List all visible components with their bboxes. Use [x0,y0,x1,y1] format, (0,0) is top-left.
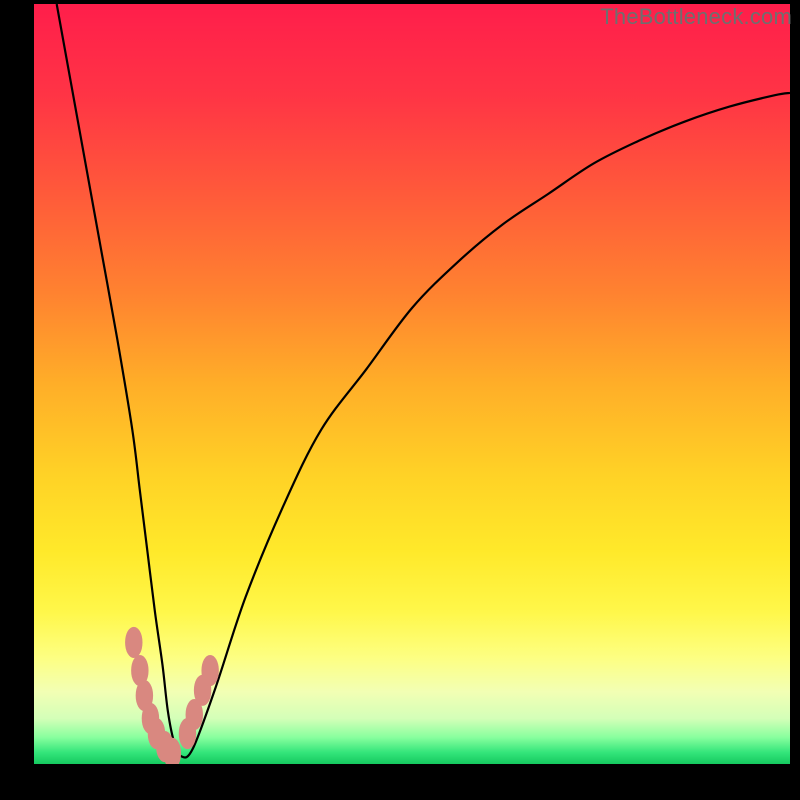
bottleneck-marker [125,627,142,658]
marker-layer [34,4,790,764]
plot-area [34,4,790,764]
watermark-text: TheBottleneck.com [600,4,792,30]
bottleneck-marker [201,655,218,686]
chart-frame: TheBottleneck.com [0,0,800,800]
